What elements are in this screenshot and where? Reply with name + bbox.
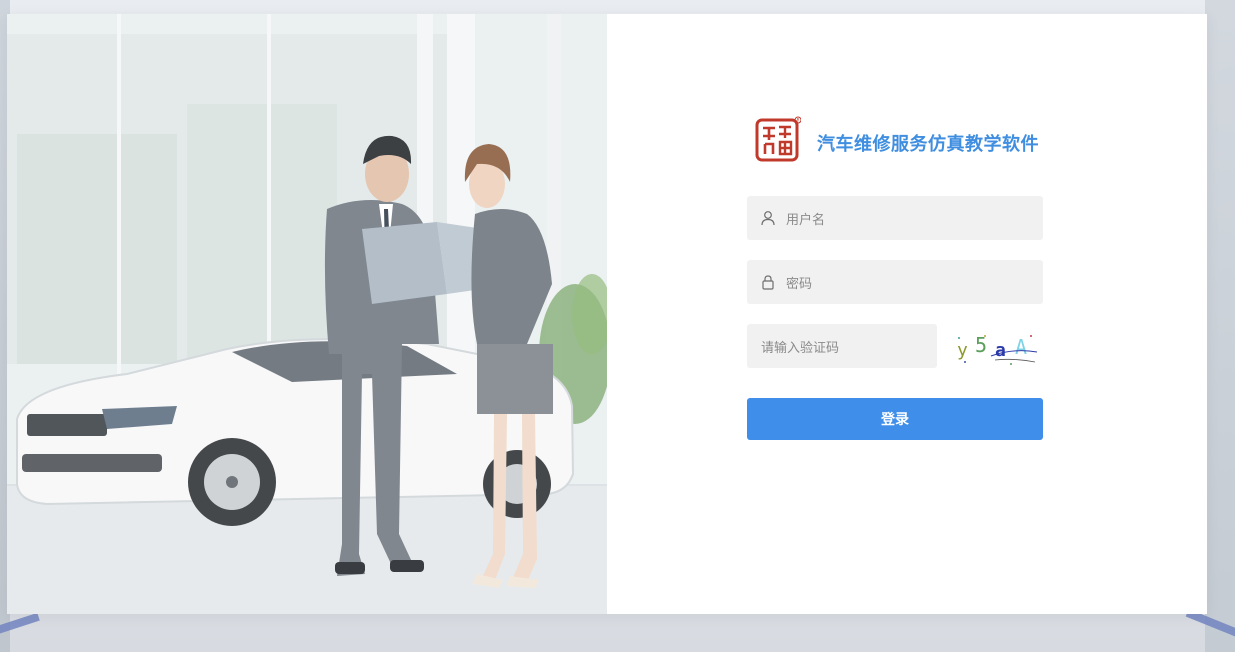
seal-logo-icon: R <box>755 116 802 164</box>
login-card: R 汽车维修服务仿真教学软件 用户名 密码 请输入验证码 y 5 a A 登录 <box>7 14 1207 614</box>
showroom-illustration <box>7 14 607 614</box>
captcha-field[interactable]: 请输入验证码 <box>747 324 937 368</box>
captcha-char-3: a <box>995 340 1006 361</box>
captcha-input[interactable]: 请输入验证码 <box>761 337 839 356</box>
captcha-char-1: y <box>957 340 968 361</box>
captcha-image[interactable]: y 5 a A <box>951 328 1043 368</box>
password-field[interactable]: 密码 <box>747 260 1043 304</box>
brand-header: R 汽车维修服务仿真教学软件 <box>755 116 1039 164</box>
svg-text:R: R <box>797 118 800 123</box>
password-input[interactable]: 密码 <box>786 273 812 292</box>
username-field[interactable]: 用户名 <box>747 196 1043 240</box>
username-input[interactable]: 用户名 <box>786 209 825 228</box>
login-button[interactable]: 登录 <box>747 398 1043 440</box>
hero-photo <box>7 14 607 614</box>
lock-icon <box>762 275 774 290</box>
user-icon <box>761 211 775 226</box>
captcha-char-4: A <box>1015 335 1027 359</box>
app-title: 汽车维修服务仿真教学软件 <box>817 134 1039 155</box>
login-panel: R 汽车维修服务仿真教学软件 用户名 密码 请输入验证码 y 5 a A 登录 <box>607 14 1207 614</box>
background-edge-right <box>1205 0 1235 652</box>
